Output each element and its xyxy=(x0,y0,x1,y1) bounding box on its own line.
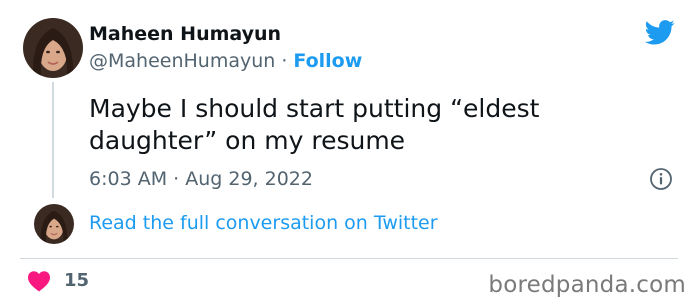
tweet-text: Maybe I should start putting “eldest dau… xyxy=(89,94,540,155)
read-conversation-link[interactable]: Read the full conversation on Twitter xyxy=(89,212,438,234)
thread-connector-line xyxy=(52,82,54,198)
likes-count: 15 xyxy=(64,270,90,291)
info-icon[interactable] xyxy=(649,167,673,191)
author-handle[interactable]: @MaheenHumayun xyxy=(89,50,275,72)
follow-button[interactable]: Follow xyxy=(293,50,362,72)
author-name[interactable]: Maheen Humayun xyxy=(89,23,281,45)
author-avatar-small[interactable] xyxy=(34,204,74,244)
divider xyxy=(20,258,678,259)
tweet-timestamp[interactable]: 6:03 AM · Aug 29, 2022 xyxy=(89,168,313,190)
boredpanda-watermark: boredpanda.com xyxy=(488,272,686,298)
tweet-embed-card: Maheen Humayun @MaheenHumayun · Follow May… xyxy=(0,0,700,308)
author-avatar[interactable] xyxy=(23,18,83,78)
heart-icon[interactable] xyxy=(27,270,51,292)
twitter-bird-icon[interactable] xyxy=(643,17,677,47)
separator-dot: · xyxy=(281,50,288,72)
author-handle-row: @MaheenHumayun · Follow xyxy=(89,50,362,72)
